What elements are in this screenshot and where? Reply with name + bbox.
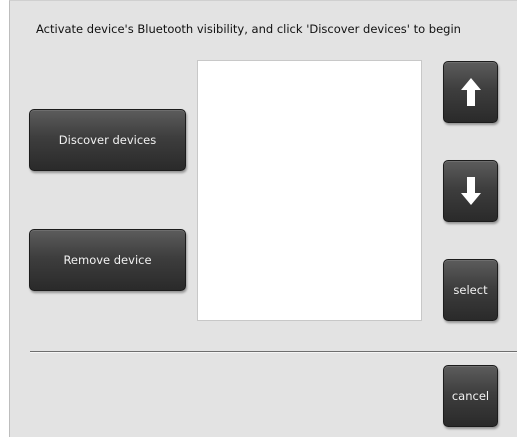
scroll-down-button[interactable]: [443, 160, 498, 222]
select-label: select: [453, 283, 488, 297]
bluetooth-dialog: Activate device's Bluetooth visibility, …: [9, 0, 517, 437]
instruction-text: Activate device's Bluetooth visibility, …: [36, 22, 461, 36]
arrow-down-icon: [460, 176, 482, 206]
cancel-label: cancel: [451, 389, 490, 403]
select-button[interactable]: select: [443, 259, 498, 321]
separator: [30, 351, 517, 353]
remove-device-label: Remove device: [63, 253, 152, 267]
discover-devices-label: Discover devices: [58, 133, 157, 147]
arrow-up-icon: [460, 77, 482, 107]
remove-device-button[interactable]: Remove device: [29, 229, 186, 291]
scroll-up-button[interactable]: [443, 61, 498, 123]
device-list[interactable]: [197, 60, 422, 321]
cancel-button[interactable]: cancel: [443, 365, 498, 427]
discover-devices-button[interactable]: Discover devices: [29, 109, 186, 171]
